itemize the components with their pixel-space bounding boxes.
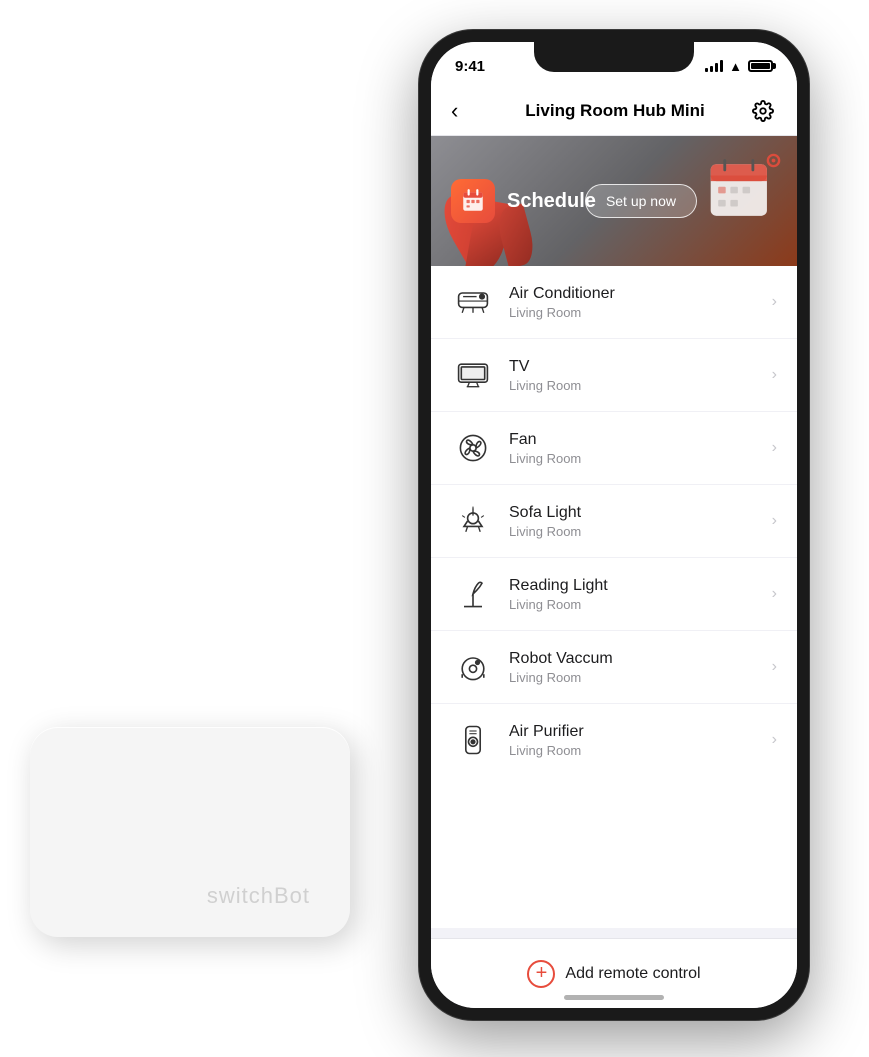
tv-chevron: ›: [772, 366, 777, 384]
tv-room: Living Room: [509, 378, 772, 393]
fan-icon: [451, 426, 495, 470]
fan-chevron: ›: [772, 439, 777, 457]
device-item-reading-light[interactable]: Reading Light Living Room ›: [431, 558, 797, 631]
fan-name: Fan: [509, 431, 772, 449]
back-button[interactable]: ‹: [451, 98, 481, 124]
ac-room: Living Room: [509, 305, 772, 320]
phone-notch: [534, 42, 694, 72]
air-purifier-chevron: ›: [772, 731, 777, 749]
air-purifier-icon: [451, 718, 495, 762]
status-icons: ▲: [705, 55, 773, 74]
device-item-tv[interactable]: TV Living Room ›: [431, 339, 797, 412]
add-remote-icon: +: [527, 960, 555, 988]
brand-label: switchBot: [207, 883, 310, 909]
hardware-device: switchBot: [30, 727, 350, 937]
air-purifier-room: Living Room: [509, 743, 772, 758]
home-indicator: [564, 995, 664, 1000]
fan-room: Living Room: [509, 451, 772, 466]
reading-light-room: Living Room: [509, 597, 772, 612]
device-item-ac[interactable]: Air Conditioner Living Room ›: [431, 266, 797, 339]
robot-vaccum-name: Robot Vaccum: [509, 650, 772, 668]
signal-icon: [705, 60, 723, 72]
reading-light-icon: [451, 572, 495, 616]
sofa-light-chevron: ›: [772, 512, 777, 530]
ac-name: Air Conditioner: [509, 285, 772, 303]
reading-light-name: Reading Light: [509, 577, 772, 595]
robot-vaccum-icon: [451, 645, 495, 689]
sofa-light-icon: [451, 499, 495, 543]
phone-screen: 9:41 ▲ ‹ Living Room Hub Mini: [431, 42, 797, 1008]
page-title: Living Room Hub Mini: [525, 101, 704, 121]
device-item-sofa-light[interactable]: Sofa Light Living Room ›: [431, 485, 797, 558]
settings-button[interactable]: [749, 97, 777, 125]
tv-name: TV: [509, 358, 772, 376]
device-list: Air Conditioner Living Room ›: [431, 266, 797, 928]
sofa-light-name: Sofa Light: [509, 504, 772, 522]
schedule-icon: [451, 179, 495, 223]
ac-icon: [451, 280, 495, 324]
setup-now-button[interactable]: Set up now: [585, 184, 697, 218]
calendar-decoration: [706, 153, 781, 233]
schedule-label: Schedule: [507, 190, 596, 213]
device-item-fan[interactable]: Fan Living Room ›: [431, 412, 797, 485]
schedule-card: Schedule Set up now: [431, 136, 797, 266]
tv-icon: [451, 353, 495, 397]
robot-vaccum-room: Living Room: [509, 670, 772, 685]
reading-light-chevron: ›: [772, 585, 777, 603]
robot-vaccum-chevron: ›: [772, 658, 777, 676]
nav-bar: ‹ Living Room Hub Mini: [431, 86, 797, 136]
wifi-icon: ▲: [729, 59, 742, 74]
device-item-robot-vaccum[interactable]: Robot Vaccum Living Room ›: [431, 631, 797, 704]
battery-icon: [748, 60, 773, 72]
status-time: 9:41: [455, 54, 485, 75]
device-item-air-purifier[interactable]: Air Purifier Living Room ›: [431, 704, 797, 776]
sofa-light-room: Living Room: [509, 524, 772, 539]
phone-frame: 9:41 ▲ ‹ Living Room Hub Mini: [419, 30, 809, 1020]
air-purifier-name: Air Purifier: [509, 723, 772, 741]
add-remote-label: Add remote control: [565, 965, 700, 983]
ac-chevron: ›: [772, 293, 777, 311]
